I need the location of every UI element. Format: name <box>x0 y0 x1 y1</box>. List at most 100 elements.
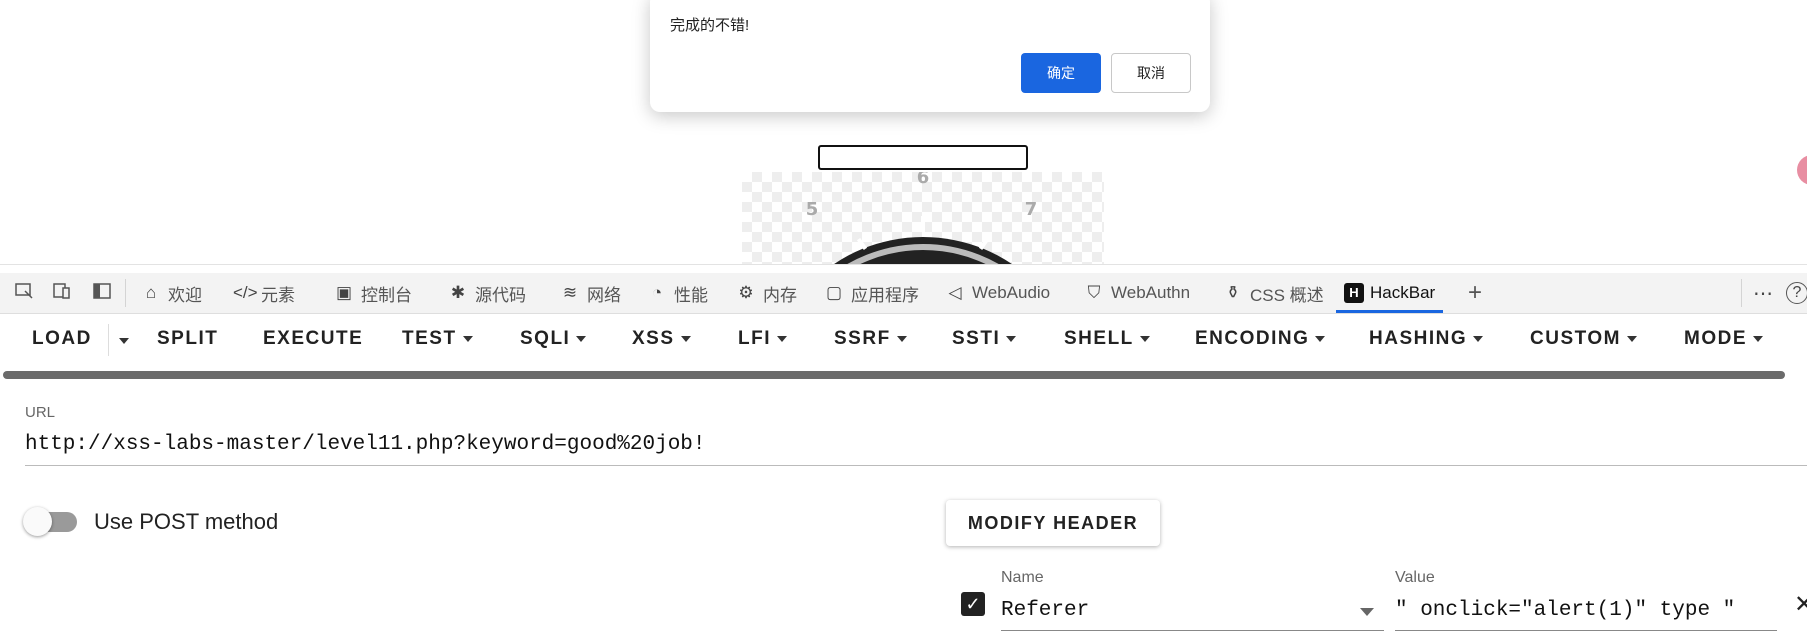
dialog-message: 完成的不错! <box>670 17 750 34</box>
custom-menu[interactable]: CUSTOM <box>1530 328 1637 350</box>
sidebar-icon[interactable] <box>91 281 113 303</box>
code-icon: </> <box>233 283 258 302</box>
console-icon: ▣ <box>335 283 353 302</box>
remove-header-icon[interactable]: ✕ <box>1794 590 1807 619</box>
new-tab-button[interactable]: + <box>1464 273 1486 313</box>
tab-label: WebAuthn <box>1111 283 1191 302</box>
chevron-down-icon <box>119 337 129 344</box>
menu-label: MODE <box>1684 328 1747 349</box>
chevron-down-icon <box>1753 335 1763 342</box>
lfi-menu[interactable]: LFI <box>738 328 787 350</box>
ssti-menu[interactable]: SSTI <box>952 328 1017 350</box>
post-method-label: Use POST method <box>94 509 279 534</box>
modify-header-button[interactable]: MODIFY HEADER <box>946 500 1160 546</box>
chevron-down-icon <box>777 335 787 342</box>
active-tab-indicator <box>1336 310 1444 313</box>
floating-avatar-icon[interactable] <box>1797 155 1807 185</box>
tab-label: 内存 <box>763 285 797 305</box>
page-search-input[interactable] <box>818 145 1028 170</box>
test-menu[interactable]: TEST <box>402 328 473 350</box>
window-icon: ▢ <box>825 283 843 302</box>
tab-performance[interactable]: ◔ 性能 <box>646 273 708 313</box>
clock-image: 6 5 7 <box>742 172 1104 264</box>
load-button[interactable]: LOAD <box>32 328 92 350</box>
chip-icon: ⚙ <box>738 283 754 302</box>
chevron-down-icon <box>896 335 907 342</box>
menu-label: SSRF <box>834 328 891 349</box>
header-name-select[interactable]: Referer <box>1001 599 1089 622</box>
toggle-knob[interactable] <box>23 507 52 536</box>
tab-network[interactable]: ≋ 网络 <box>559 273 621 313</box>
horizontal-scrollbar[interactable] <box>3 371 1785 379</box>
clock-number-7: 7 <box>1025 199 1038 220</box>
split-button[interactable]: SPLIT <box>157 328 218 350</box>
chevron-down-icon <box>680 335 691 342</box>
header-name-label: Name <box>1001 569 1044 586</box>
tab-label: CSS 概述 <box>1250 285 1324 305</box>
tab-console[interactable]: ▣ 控制台 <box>333 273 412 313</box>
bug-icon: ✱ <box>450 283 466 302</box>
chevron-down-icon[interactable] <box>1360 608 1374 616</box>
chevron-down-icon <box>1473 335 1484 342</box>
tab-application[interactable]: ▢ 应用程序 <box>823 273 919 313</box>
header-name-underline <box>1001 630 1384 631</box>
ok-button[interactable]: 确定 <box>1021 53 1101 93</box>
more-icon: ⋯ <box>1753 282 1773 305</box>
tab-elements[interactable]: </> 元素 <box>233 273 295 313</box>
more-tools-button[interactable]: ⋯ <box>1752 273 1774 313</box>
help-button[interactable]: ? <box>1786 273 1807 313</box>
chevron-down-icon <box>1139 335 1150 342</box>
toolbar-separator <box>125 279 126 307</box>
sqli-menu[interactable]: SQLI <box>520 328 587 350</box>
ssrf-menu[interactable]: SSRF <box>834 328 907 350</box>
chevron-down-icon <box>1006 335 1017 342</box>
home-icon: ⌂ <box>145 283 157 302</box>
tab-webauthn[interactable]: ⛉ WebAuthn <box>1083 273 1190 313</box>
tab-hackbar[interactable]: H HackBar <box>1336 273 1444 313</box>
speaker-icon: ◁ <box>948 283 962 302</box>
chevron-down-icon <box>576 335 587 342</box>
tab-label: 元素 <box>261 285 295 305</box>
tab-webaudio[interactable]: ◁ WebAudio <box>944 273 1050 313</box>
tab-label: HackBar <box>1370 283 1436 302</box>
menu-label: XSS <box>632 328 675 349</box>
xss-menu[interactable]: XSS <box>632 328 691 350</box>
help-icon: ? <box>1786 282 1807 304</box>
plus-icon: + <box>1467 279 1482 306</box>
header-value-input[interactable]: " onclick="alert(1)" type " <box>1395 599 1735 622</box>
execute-button[interactable]: EXECUTE <box>263 328 363 350</box>
url-input[interactable]: http://xss-labs-master/level11.php?keywo… <box>25 433 706 456</box>
menu-label: ENCODING <box>1195 328 1310 349</box>
shell-menu[interactable]: SHELL <box>1064 328 1150 350</box>
devtools-tab-bar: ⌂ 欢迎 </> 元素 ▣ 控制台 ✱ 源代码 ≋ 网络 ◔ 性能 ⚙ 内存 ▢ 应用程序 ◁ W… <box>0 273 1807 314</box>
url-label: URL <box>25 404 56 421</box>
header-value-label: Value <box>1395 569 1435 586</box>
device-emulation-icon[interactable] <box>51 281 73 303</box>
tab-css-overview[interactable]: ⚱ CSS 概述 <box>1222 273 1324 313</box>
mode-menu[interactable]: MODE <box>1684 328 1763 350</box>
encoding-menu[interactable]: ENCODING <box>1195 328 1326 350</box>
tab-memory[interactable]: ⚙ 内存 <box>735 273 797 313</box>
chevron-down-icon <box>462 335 473 342</box>
toolbar-divider <box>108 324 109 356</box>
tab-label: 性能 <box>674 285 708 305</box>
tab-welcome[interactable]: ⌂ 欢迎 <box>140 273 202 313</box>
inspect-icon[interactable] <box>13 281 35 303</box>
tab-label: 网络 <box>587 285 621 305</box>
tab-label: 欢迎 <box>168 285 202 305</box>
cancel-button[interactable]: 取消 <box>1111 53 1191 93</box>
shield-icon: ⛉ <box>1087 283 1101 302</box>
tab-label: 源代码 <box>475 285 526 305</box>
css-overview-icon: ⚱ <box>1225 283 1241 302</box>
load-menu-button[interactable] <box>113 330 129 352</box>
hashing-menu[interactable]: HASHING <box>1369 328 1484 350</box>
clock-number-6: 6 <box>917 172 930 188</box>
clock-number-5: 5 <box>806 199 819 220</box>
tab-sources[interactable]: ✱ 源代码 <box>447 273 526 313</box>
menu-label: HASHING <box>1369 328 1468 349</box>
header-enabled-checkbox[interactable]: ✓ <box>961 592 985 616</box>
menu-label: SSTI <box>952 328 1001 349</box>
tab-label: 控制台 <box>361 285 412 305</box>
menu-label: LFI <box>738 328 771 349</box>
chevron-down-icon <box>1626 335 1637 342</box>
